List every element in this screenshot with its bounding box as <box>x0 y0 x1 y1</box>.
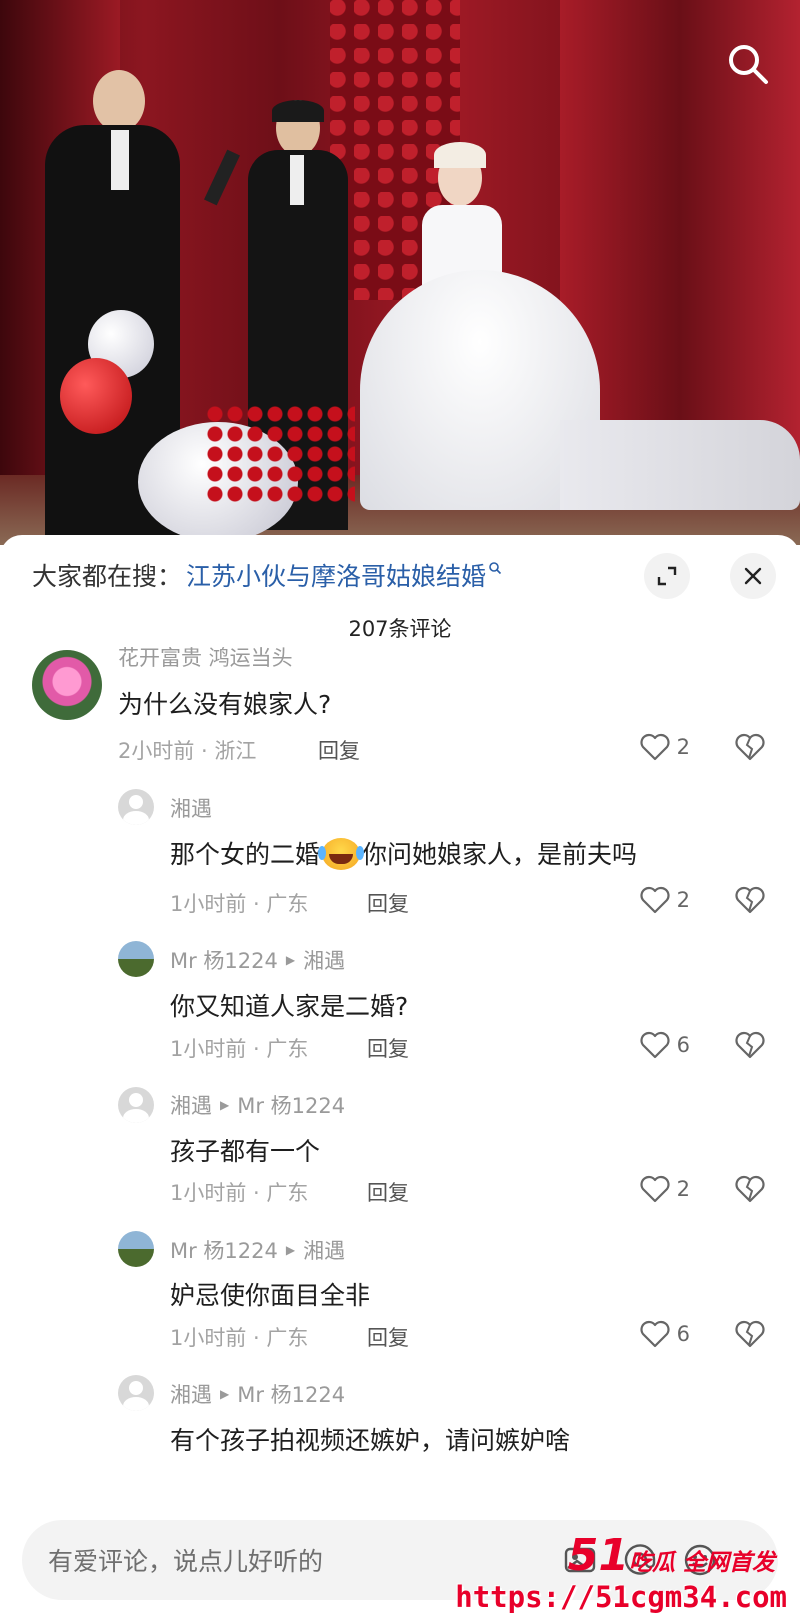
avatar[interactable] <box>32 650 102 720</box>
comment-text: 为什么没有娘家人? <box>118 690 332 719</box>
comment-username[interactable]: 花开富贵 鸿运当头 <box>118 645 293 669</box>
reply-button[interactable]: 回复 <box>367 1033 409 1063</box>
like-button[interactable]: 2 <box>639 885 690 915</box>
reply-to-username: 湘遇 <box>303 949 346 973</box>
red-balloon <box>60 358 132 434</box>
heart-icon <box>640 1320 670 1348</box>
heart-icon <box>640 733 670 761</box>
expand-icon <box>657 566 677 586</box>
dislike-button[interactable] <box>734 885 766 919</box>
comment-input-placeholder[interactable]: 有爱评论，说点儿好听的 <box>48 1542 323 1578</box>
dislike-button[interactable] <box>734 732 766 766</box>
broken-heart-icon <box>735 886 765 914</box>
trending-search: 大家都在搜： 江苏小伙与摩洛哥姑娘结婚 <box>32 555 502 595</box>
like-count: 6 <box>676 1322 690 1346</box>
dislike-button[interactable] <box>734 1319 766 1353</box>
heart-icon <box>640 1175 670 1203</box>
image-button[interactable] <box>562 1542 598 1578</box>
comment-text: 那个女的二婚 你问她娘家人，是前夫吗 <box>170 838 638 870</box>
reply-to-username: 湘遇 <box>303 1239 346 1263</box>
broken-heart-icon <box>735 1175 765 1203</box>
reply-button[interactable]: 回复 <box>318 735 360 765</box>
heart-icon <box>640 1031 670 1059</box>
emoji-button[interactable] <box>682 1542 718 1578</box>
video-player[interactable] <box>0 0 800 545</box>
close-button[interactable] <box>730 553 776 599</box>
at-icon <box>624 1544 656 1575</box>
comment-username[interactable]: 湘遇 ▶ Mr 杨1224 <box>170 1379 345 1409</box>
like-count: 6 <box>676 1033 690 1057</box>
avatar[interactable] <box>118 789 154 825</box>
comment-text: 有个孩子拍视频还嫉妒，请问嫉妒啥 <box>170 1426 571 1455</box>
trending-prefix: 大家都在搜： <box>32 562 183 591</box>
reply-to-username: Mr 杨1224 <box>237 1383 346 1407</box>
avatar[interactable] <box>118 941 154 977</box>
comment-username[interactable]: 湘遇 ▶ Mr 杨1224 <box>170 1090 345 1120</box>
comments-sheet: 大家都在搜： 江苏小伙与摩洛哥姑娘结婚 207条评论 花开富贵 鸿运当头 为什么… <box>0 535 800 1623</box>
broken-heart-icon <box>735 1320 765 1348</box>
username-text: 湘遇 <box>170 797 212 821</box>
broken-heart-icon <box>735 733 765 761</box>
like-count: 2 <box>676 888 690 912</box>
mention-button[interactable] <box>622 1542 658 1578</box>
search-icon <box>729 45 768 84</box>
comment-meta: 1小时前 · 广东 <box>170 1037 309 1061</box>
comment-input-bar[interactable]: 有爱评论，说点儿好听的 <box>22 1520 778 1600</box>
username-text: Mr 杨1224 <box>170 949 278 973</box>
avatar[interactable] <box>118 1231 154 1267</box>
search-button[interactable] <box>724 40 772 88</box>
trending-query-link[interactable]: 江苏小伙与摩洛哥姑娘结婚 <box>186 557 486 593</box>
username-text: 花开富贵 鸿运当头 <box>118 646 293 669</box>
comment-username[interactable]: Mr 杨1224 ▶ 湘遇 <box>170 945 345 975</box>
reply-arrow-icon: ▶ <box>285 953 296 967</box>
username-text: Mr 杨1224 <box>170 1239 278 1263</box>
close-icon <box>744 567 762 585</box>
comment-username[interactable]: Mr 杨1224 ▶ 湘遇 <box>170 1235 345 1265</box>
avatar[interactable] <box>118 1087 154 1123</box>
username-text: 湘遇 <box>170 1383 212 1407</box>
flower-arrangement <box>205 404 355 504</box>
like-count: 2 <box>676 735 690 759</box>
crying-laughing-emoji <box>318 838 365 870</box>
comment-meta: 1小时前 · 广东 <box>170 892 309 916</box>
comment-text: 孩子都有一个 <box>170 1137 321 1166</box>
emoji-icon <box>684 1544 716 1576</box>
dislike-button[interactable] <box>734 1030 766 1064</box>
comment-text: 你又知道人家是二婚? <box>170 992 409 1021</box>
reply-arrow-icon: ▶ <box>285 1243 296 1257</box>
like-count: 2 <box>676 1177 690 1201</box>
bride-figure <box>360 142 800 520</box>
like-button[interactable]: 6 <box>639 1030 690 1060</box>
comment-meta: 1小时前 · 广东 <box>170 1181 309 1205</box>
reply-button[interactable]: 回复 <box>367 1177 409 1207</box>
comment-meta: 1小时前 · 广东 <box>170 1326 309 1350</box>
reply-arrow-icon: ▶ <box>220 1387 230 1401</box>
expand-button[interactable] <box>644 553 690 599</box>
like-button[interactable]: 2 <box>639 1174 690 1204</box>
comment-meta: 2小时前 · 浙江 <box>118 739 257 763</box>
reply-button[interactable]: 回复 <box>367 888 409 918</box>
heart-icon <box>640 886 670 914</box>
comment-count: 207条评论 <box>348 617 452 641</box>
reply-arrow-icon: ▶ <box>220 1098 230 1112</box>
username-text: 湘遇 <box>170 1094 212 1118</box>
comment-username[interactable]: 湘遇 <box>170 793 212 823</box>
avatar[interactable] <box>118 1375 154 1411</box>
comment-text: 妒忌使你面目全非 <box>170 1281 371 1310</box>
search-icon <box>489 562 502 575</box>
like-button[interactable]: 6 <box>639 1319 690 1349</box>
reply-to-username: Mr 杨1224 <box>237 1094 346 1118</box>
image-icon <box>564 1547 596 1573</box>
dislike-button[interactable] <box>734 1174 766 1208</box>
broken-heart-icon <box>735 1031 765 1059</box>
reply-button[interactable]: 回复 <box>367 1322 409 1352</box>
like-button[interactable]: 2 <box>639 732 690 762</box>
